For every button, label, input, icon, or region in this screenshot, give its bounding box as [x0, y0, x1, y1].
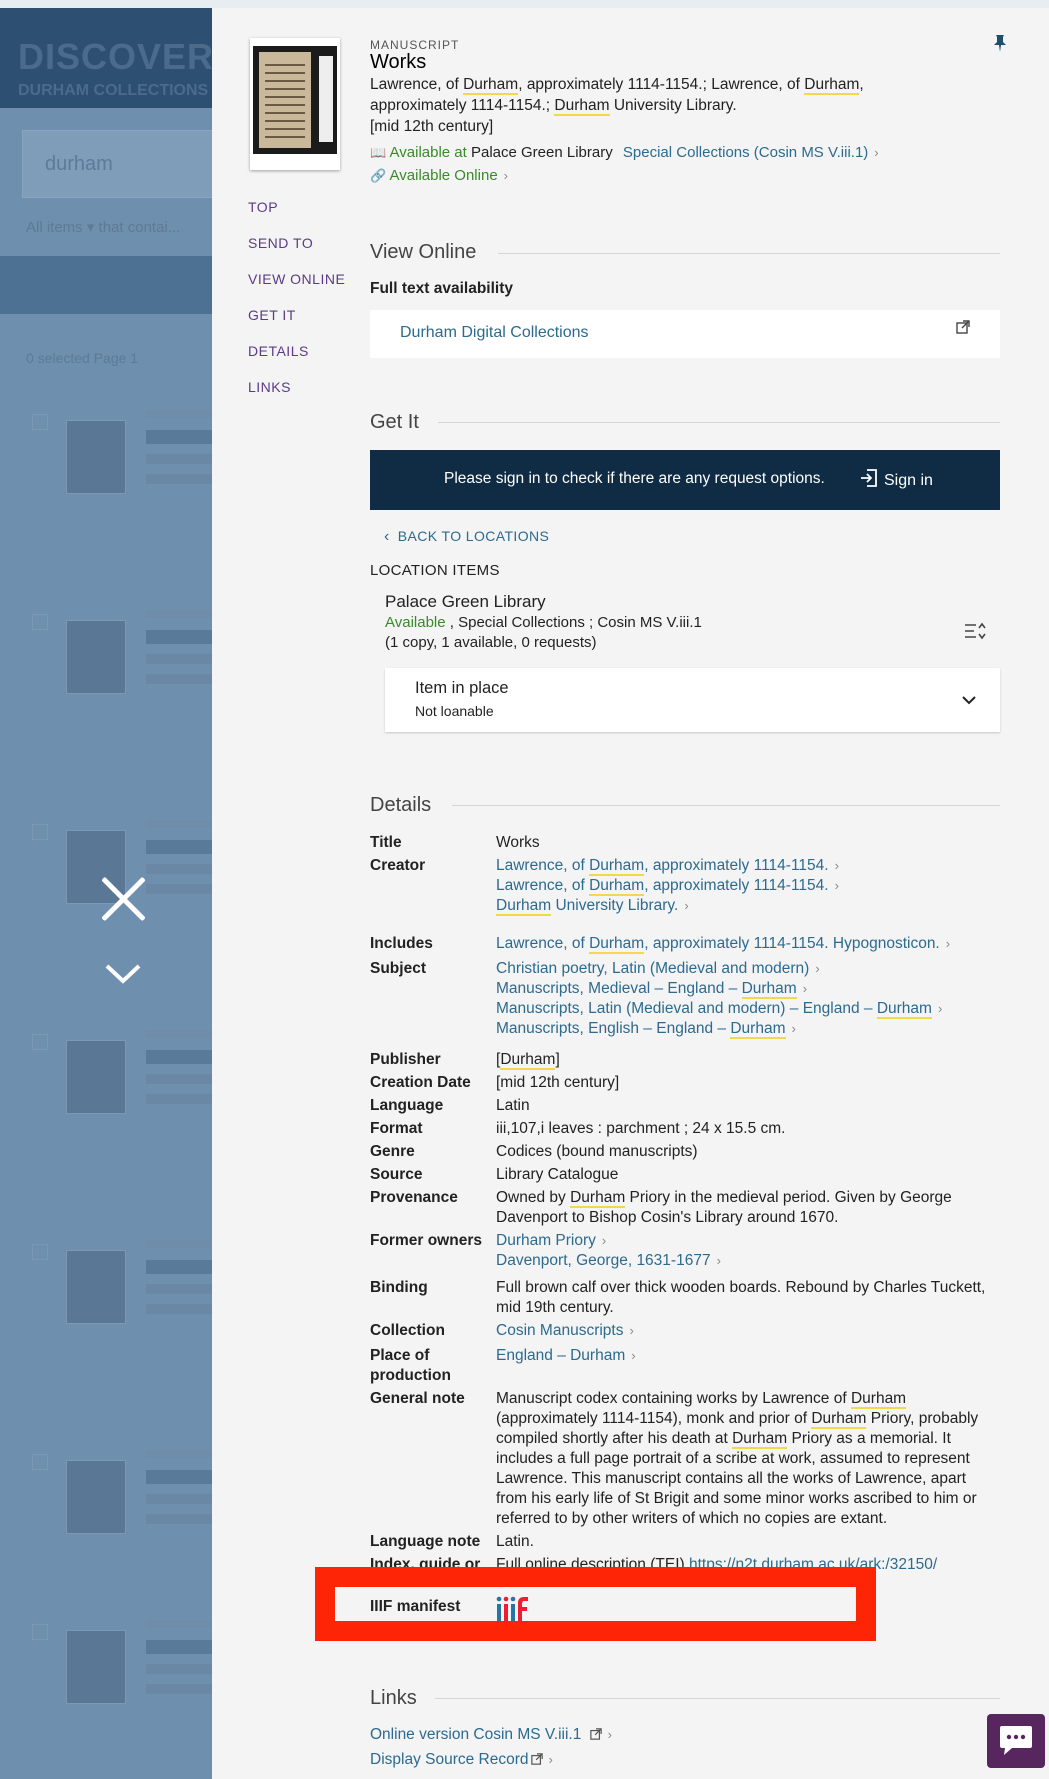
location-status: Available , Special Collections ; Cosin … [385, 614, 702, 631]
location-copies: (1 copy, 1 available, 0 requests) [385, 634, 597, 651]
signin-button[interactable]: Sign in [860, 468, 933, 493]
location-link[interactable]: Special Collections (Cosin MS V.iii.1) [623, 144, 868, 161]
display-source-link[interactable]: Display Source Record [370, 1751, 529, 1768]
external-link-icon [530, 1752, 543, 1770]
external-link-icon [589, 1727, 602, 1745]
available-at-label: Available at [389, 144, 467, 161]
record-thumbnail[interactable] [250, 38, 340, 170]
chevron-down-icon[interactable] [962, 692, 976, 710]
result-card [32, 1620, 232, 1710]
record-type: MANUSCRIPT [370, 38, 460, 52]
nav-top[interactable]: TOP [248, 199, 278, 215]
item-subtitle: Not loanable [415, 703, 494, 719]
book-icon: 📖 [370, 145, 387, 160]
signin-message: Please sign in to check if there are any… [444, 470, 825, 487]
chat-icon [998, 1724, 1034, 1763]
nav-details[interactable]: DETAILS [248, 343, 309, 359]
selection-count: 0 selected Page 1 [26, 350, 139, 366]
creator-link[interactable]: Lawrence, of Durham, approximately 1114-… [496, 857, 829, 876]
divider [452, 805, 1000, 806]
place-link[interactable]: England – Durham [496, 1347, 625, 1364]
full-text-heading: Full text availability [370, 280, 513, 297]
back-to-locations[interactable]: ‹ BACK TO LOCATIONS [384, 528, 549, 546]
sign-in-icon [860, 468, 878, 493]
nav-links[interactable]: LINKS [248, 379, 291, 395]
library-name: Palace Green Library [470, 144, 613, 161]
links-row-1[interactable]: Online version Cosin MS V.iii.1 › [370, 1726, 612, 1745]
search-value: durham [45, 153, 113, 175]
result-card [32, 610, 232, 700]
digital-collections-link[interactable]: Durham Digital Collections [400, 324, 589, 342]
item-title: Item in place [415, 679, 509, 697]
browser-strip [0, 0, 1049, 8]
nav-send-to[interactable]: SEND TO [248, 235, 313, 251]
former-owner-link[interactable]: Durham Priory [496, 1232, 596, 1249]
link-icon: 🔗 [370, 168, 387, 183]
available-online-link[interactable]: Available Online [390, 167, 498, 184]
divider [498, 253, 1000, 254]
availability-row: 📖 Available at Palace Green Library Spec… [370, 144, 879, 161]
digital-collections-box[interactable]: Durham Digital Collections [370, 310, 1000, 358]
result-card [32, 1240, 232, 1330]
chevron-left-icon: ‹ [384, 528, 390, 545]
result-card [32, 1030, 232, 1120]
location-items-label: LOCATION ITEMS [370, 562, 500, 579]
external-link-icon[interactable] [956, 320, 970, 339]
filter-bar: All items ▾ that contai... [26, 219, 181, 236]
logo-subtext: DURHAM COLLECTIONS [18, 82, 209, 99]
chevron-down-icon[interactable] [104, 962, 142, 986]
signin-bar: Please sign in to check if there are any… [370, 450, 1000, 510]
subject-link[interactable]: Manuscripts, Latin (Medieval and modern)… [496, 1000, 932, 1019]
online-version-link[interactable]: Online version Cosin MS V.iii.1 [370, 1726, 581, 1743]
location-library: Palace Green Library [385, 592, 546, 611]
record-title[interactable]: Works [370, 51, 426, 74]
logo-text: DISCOVER [18, 36, 215, 77]
sort-list-icon[interactable] [964, 622, 986, 645]
highlight-frame [315, 1567, 876, 1641]
collection-link[interactable]: Cosin Manuscripts [496, 1322, 624, 1339]
chevron-right-icon: › [503, 168, 509, 183]
links-heading: Links [370, 1687, 417, 1709]
divider [435, 1698, 1000, 1699]
pin-icon[interactable] [992, 34, 1008, 59]
nav-get-it[interactable]: GET IT [248, 307, 296, 323]
view-online-heading: View Online [370, 241, 477, 263]
subject-link[interactable]: Manuscripts, Medieval – England – Durham [496, 980, 797, 999]
result-card [32, 1450, 232, 1540]
online-availability[interactable]: 🔗 Available Online › [370, 167, 508, 184]
includes-link[interactable]: Lawrence, of Durham, approximately 1114-… [496, 935, 940, 954]
creator-link[interactable]: Durham University Library. [496, 897, 678, 916]
subject-link[interactable]: Christian poetry, Latin (Medieval and mo… [496, 960, 809, 977]
links-row-2[interactable]: Display Source Record › [370, 1751, 553, 1770]
former-owner-link[interactable]: Davenport, George, 1631-1677 [496, 1252, 711, 1269]
get-it-heading: Get It [370, 411, 419, 433]
result-card [32, 410, 232, 500]
close-icon[interactable] [98, 874, 148, 924]
details-heading: Details [370, 794, 432, 816]
nav-view-online[interactable]: VIEW ONLINE [248, 271, 345, 287]
chat-button[interactable] [987, 1714, 1045, 1768]
divider [438, 422, 1000, 423]
creator-link[interactable]: Lawrence, of Durham, approximately 1114-… [496, 877, 829, 896]
record-detail-panel: TOP SEND TO VIEW ONLINE GET IT DETAILS L… [212, 8, 1049, 1779]
record-creator: Lawrence, of Durham, approximately 1114-… [370, 76, 864, 135]
subject-link[interactable]: Manuscripts, English – England – Durham [496, 1020, 786, 1039]
chevron-right-icon: › [874, 145, 879, 160]
item-row[interactable]: Item in place Not loanable [385, 668, 1000, 732]
